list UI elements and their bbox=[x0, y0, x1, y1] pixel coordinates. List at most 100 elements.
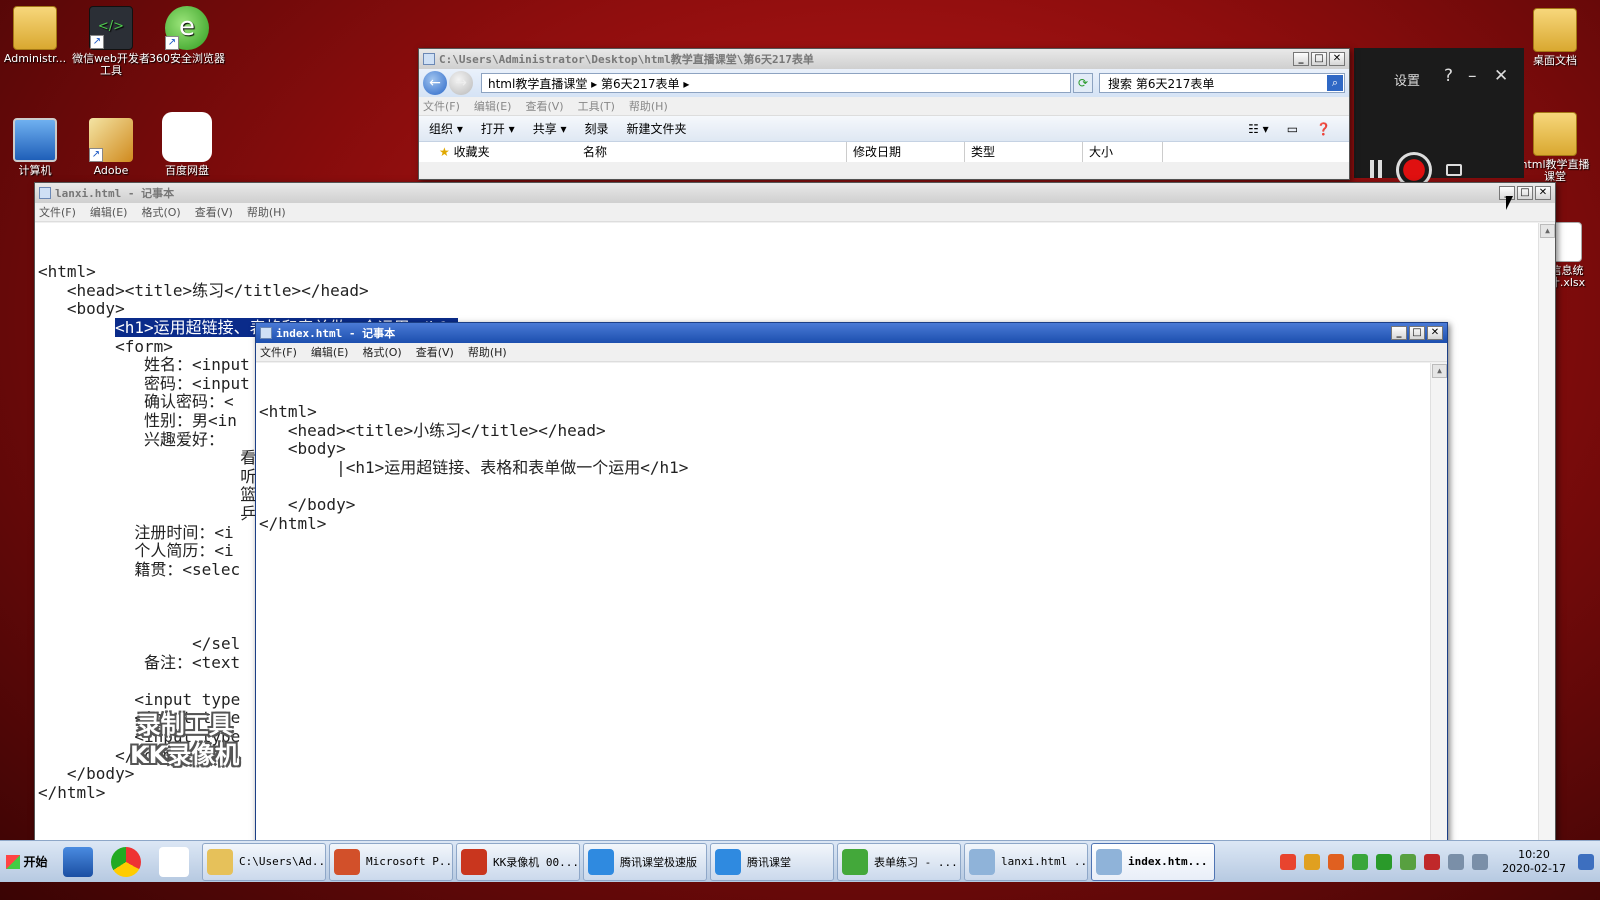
vertical-scrollbar[interactable]: ▲ bbox=[1538, 223, 1555, 859]
menu-format[interactable]: 格式(O) bbox=[141, 204, 180, 220]
taskbar-button[interactable]: C:\Users\Ad... bbox=[202, 842, 326, 881]
share-button[interactable]: 共享 ▾ bbox=[533, 120, 567, 137]
desktop-icon-html-course[interactable]: html教学直播课堂 bbox=[1516, 112, 1594, 183]
forward-arrow-icon[interactable]: → bbox=[449, 71, 473, 95]
menu-edit[interactable]: 编辑(E) bbox=[311, 344, 349, 360]
start-button[interactable]: 开始 bbox=[0, 843, 54, 881]
app-icon bbox=[715, 848, 741, 875]
scroll-up-icon[interactable]: ▲ bbox=[1432, 364, 1447, 378]
menu-edit[interactable]: 编辑(E) bbox=[474, 98, 512, 114]
maximize-button[interactable]: □ bbox=[1311, 52, 1327, 66]
search-icon[interactable]: ⌕ bbox=[1327, 75, 1343, 91]
sogou-input-icon[interactable] bbox=[1280, 853, 1297, 870]
taskbar-button[interactable]: 表单练习 - ... bbox=[837, 842, 961, 881]
menu-format[interactable]: 格式(O) bbox=[362, 344, 401, 360]
app-icon bbox=[842, 848, 868, 875]
app-icon bbox=[461, 848, 487, 875]
new-folder-button[interactable]: 新建文件夹 bbox=[627, 120, 687, 137]
taskbar-button[interactable]: 腾讯课堂极速版 bbox=[583, 842, 707, 881]
column-size[interactable]: 大小 bbox=[1083, 142, 1163, 162]
show-desktop-icon[interactable] bbox=[63, 846, 93, 877]
menu-file[interactable]: 文件(F) bbox=[39, 204, 76, 220]
close-button[interactable]: ✕ bbox=[1329, 52, 1345, 66]
desktop-icon-adobe[interactable]: Adobe bbox=[72, 118, 150, 177]
notepad-index-editor[interactable]: <html> <head><title>小练习</title></head> <… bbox=[256, 363, 1447, 861]
column-name[interactable]: 名称 bbox=[577, 142, 847, 162]
column-type[interactable]: 类型 bbox=[965, 142, 1083, 162]
baidu-netdisk-icon[interactable] bbox=[159, 846, 189, 877]
taskbar-button-label: 腾讯课堂极速版 bbox=[620, 855, 697, 869]
address-bar[interactable]: html教学直播课堂 ▸ 第6天217表单 ▸ bbox=[481, 73, 1071, 93]
desktop-icon-administrator[interactable]: Administr... bbox=[0, 6, 74, 65]
taskbar-button[interactable]: lanxi.html ... bbox=[964, 842, 1088, 881]
help-icon[interactable]: ❓ bbox=[1316, 122, 1331, 136]
recorder-help-button[interactable]: ? bbox=[1444, 66, 1453, 86]
camera-icon[interactable] bbox=[1446, 164, 1462, 176]
search-input[interactable]: 搜索 第6天217表单 ⌕ bbox=[1099, 73, 1345, 93]
desktop-icon-computer[interactable]: 计算机 bbox=[0, 118, 74, 177]
recorder-close-button[interactable]: ✕ bbox=[1494, 66, 1508, 86]
recorder-minimize-button[interactable]: – bbox=[1468, 66, 1477, 86]
show-desktop-icon[interactable] bbox=[1578, 853, 1594, 870]
tray-app-icon[interactable] bbox=[1352, 853, 1369, 870]
notepad-index-titlebar[interactable]: index.html - 记事本 _ □ ✕ bbox=[256, 323, 1447, 343]
menu-file[interactable]: 文件(F) bbox=[260, 344, 297, 360]
menu-view[interactable]: 查看(V) bbox=[525, 98, 563, 114]
close-button[interactable]: ✕ bbox=[1427, 326, 1443, 340]
menu-edit[interactable]: 编辑(E) bbox=[90, 204, 128, 220]
volume-icon[interactable] bbox=[1472, 853, 1489, 870]
taskbar-button[interactable]: index.htm... bbox=[1091, 842, 1215, 881]
tray-app-icon[interactable] bbox=[1328, 853, 1345, 870]
desktop-icon-360-browser[interactable]: e 360安全浏览器 bbox=[148, 6, 226, 65]
folder-icon bbox=[423, 53, 435, 65]
menu-tools[interactable]: 工具(T) bbox=[578, 98, 615, 114]
preview-pane-icon[interactable]: ▭ bbox=[1287, 122, 1298, 136]
taskbar-button[interactable]: Microsoft P... bbox=[329, 842, 453, 881]
maximize-button[interactable]: □ bbox=[1517, 186, 1533, 200]
menu-file[interactable]: 文件(F) bbox=[423, 98, 460, 114]
code-text: 兴趣爱好： bbox=[38, 429, 224, 449]
file-icon bbox=[1552, 222, 1582, 262]
clock[interactable]: 10:20 2020-02-17 bbox=[1502, 848, 1566, 876]
explorer-title: C:\Users\Administrator\Desktop\html教学直播课… bbox=[439, 53, 814, 66]
code-text: <body> bbox=[259, 439, 346, 459]
menu-view[interactable]: 查看(V) bbox=[195, 204, 233, 220]
menu-help[interactable]: 帮助(H) bbox=[468, 344, 507, 360]
organize-button[interactable]: 组织 ▾ bbox=[429, 120, 463, 137]
pause-icon[interactable] bbox=[1370, 160, 1382, 178]
explorer-titlebar[interactable]: C:\Users\Administrator\Desktop\html教学直播课… bbox=[419, 49, 1349, 69]
burn-button[interactable]: 刻录 bbox=[585, 120, 609, 137]
tray-app-icon[interactable] bbox=[1400, 853, 1417, 870]
desktop-icon-baidu-netdisk[interactable]: 百度网盘 bbox=[148, 112, 226, 177]
menu-help[interactable]: 帮助(H) bbox=[629, 98, 668, 114]
tray-app-icon[interactable] bbox=[1424, 853, 1441, 870]
close-button[interactable]: ✕ bbox=[1535, 186, 1551, 200]
vertical-scrollbar[interactable]: ▲ bbox=[1430, 363, 1447, 861]
notepad-lanxi-titlebar[interactable]: lanxi.html - 记事本 _ □ ✕ bbox=[35, 183, 1555, 203]
tray-app-icon[interactable] bbox=[1376, 853, 1393, 870]
favorites-pane[interactable]: ★ 收藏夹 bbox=[419, 142, 577, 162]
desktop-icon-wechat-devtools[interactable]: </> 微信web开发者工具 bbox=[72, 6, 150, 77]
refresh-icon[interactable]: ⟳ bbox=[1073, 73, 1093, 93]
desktop-icon-desktop-docs[interactable]: 桌面文档 bbox=[1516, 8, 1594, 67]
taskbar-button[interactable]: 腾讯课堂 bbox=[710, 842, 834, 881]
recorder-settings-button[interactable]: 设置 bbox=[1394, 70, 1420, 89]
minimize-button[interactable]: _ bbox=[1293, 52, 1309, 66]
maximize-button[interactable]: □ bbox=[1409, 326, 1425, 340]
tray-app-icon[interactable] bbox=[1304, 853, 1321, 870]
taskbar-button-label: 表单练习 - ... bbox=[874, 855, 958, 869]
minimize-button[interactable]: _ bbox=[1391, 326, 1407, 340]
view-options-icon[interactable]: ☷ ▾ bbox=[1248, 122, 1269, 136]
menu-help[interactable]: 帮助(H) bbox=[247, 204, 286, 220]
favorites-label: 收藏夹 bbox=[453, 145, 490, 159]
open-button[interactable]: 打开 ▾ bbox=[481, 120, 515, 137]
column-date[interactable]: 修改日期 bbox=[847, 142, 965, 162]
network-icon[interactable] bbox=[1448, 853, 1465, 870]
menu-view[interactable]: 查看(V) bbox=[416, 344, 454, 360]
adobe-icon bbox=[89, 118, 133, 162]
code-line: </html> bbox=[259, 514, 1447, 534]
taskbar-button[interactable]: KK录像机 00... bbox=[456, 842, 580, 881]
scroll-up-icon[interactable]: ▲ bbox=[1540, 224, 1555, 238]
chrome-icon[interactable] bbox=[111, 846, 141, 877]
back-arrow-icon[interactable]: ← bbox=[423, 71, 447, 95]
